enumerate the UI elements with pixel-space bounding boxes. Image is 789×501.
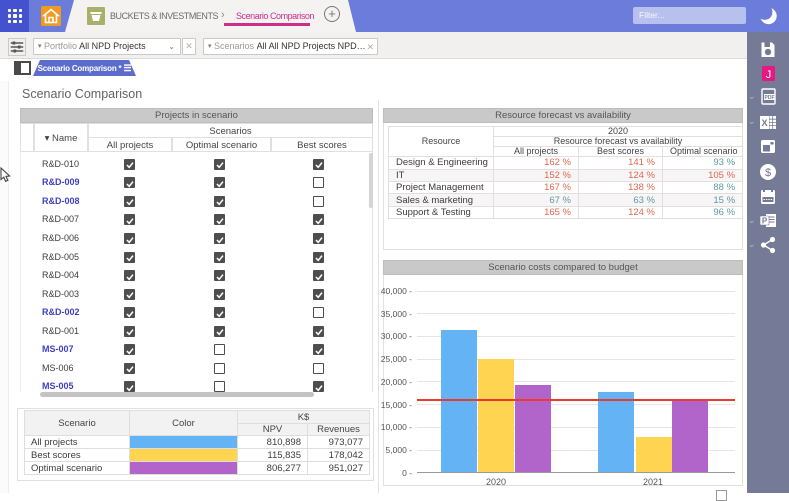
svg-text:X: X — [761, 118, 767, 128]
svg-text:J: J — [766, 69, 772, 81]
svg-text:P: P — [762, 216, 768, 225]
svg-text:PDF: PDF — [765, 95, 775, 101]
svg-text:$: $ — [765, 167, 771, 179]
